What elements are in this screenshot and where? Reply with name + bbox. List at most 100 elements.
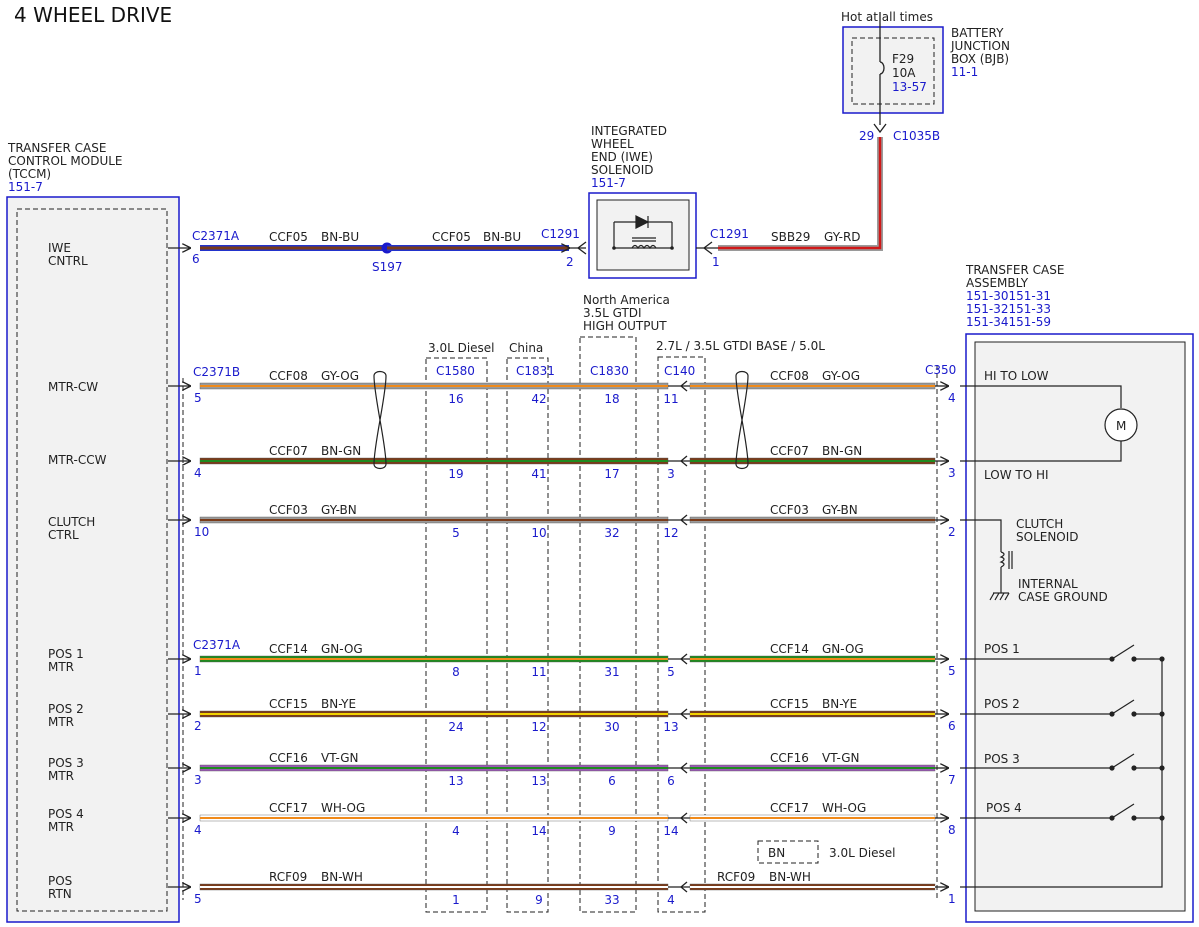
c350-pin: 3: [948, 466, 956, 480]
iwe-connector-left[interactable]: C1291: [541, 227, 580, 241]
iwe-connector-right[interactable]: C1291: [710, 227, 749, 241]
variant-pin: 11: [531, 665, 546, 679]
iwe-pin-right: 1: [712, 255, 720, 269]
iwe-pin-left: 2: [566, 255, 574, 269]
variant-pin: 1: [452, 893, 460, 907]
tccm-pin-mtrccw: MTR-CCW: [48, 453, 107, 467]
variant-3-connector[interactable]: C1830: [590, 364, 629, 378]
tc-inner-box: [974, 341, 1186, 912]
circuit-row-ccf08: C2371B 5 CCF08 GY-OG CCF08 GY-OG 4 16 42 18 11: [168, 365, 956, 406]
iwe-seg3-color: GY-RD: [824, 230, 861, 244]
wire-left-color: GN-OG: [321, 642, 363, 656]
hi-to-low: HI TO LOW: [984, 369, 1049, 383]
battery-junction-box: Hot at all times F29 10A 13-57 BATTERY J…: [841, 10, 1010, 143]
variant-pin: 17: [604, 467, 619, 481]
variant-pin: 14: [531, 824, 546, 838]
tccm-pin-pos1-2: MTR: [48, 660, 74, 674]
hot-at-all-times: Hot at all times: [841, 10, 933, 24]
iwe-seg1-circuit: CCF05: [269, 230, 308, 244]
variant-pin: 9: [608, 824, 616, 838]
variant-4-connector[interactable]: C140: [664, 364, 695, 378]
variant-pin: 13: [448, 774, 463, 788]
c350-connector[interactable]: C350: [925, 363, 956, 377]
legend-text: 3.0L Diesel: [829, 846, 896, 860]
wire-left-color: BN-WH: [321, 870, 363, 884]
tccm-row-connector: C2371B: [193, 365, 240, 379]
tccm-pin-pos3-1: POS 3: [48, 756, 84, 770]
iwe-name-2: WHEEL: [591, 137, 634, 151]
variant-2-connector[interactable]: C1831: [516, 364, 555, 378]
wire-left-color: VT-GN: [321, 751, 358, 765]
tccm-row-pin: 1: [194, 664, 202, 678]
wire-right-ccf14: [689, 655, 936, 663]
variant-pin: 32: [604, 526, 619, 540]
motor-label: M: [1116, 419, 1126, 433]
wire-right-rcf09: [689, 883, 936, 891]
wire-left-circuit: RCF09: [269, 870, 307, 884]
wire-left-ccf07: [199, 457, 669, 465]
variant-pin: 3: [667, 467, 675, 481]
circuit-row-ccf14: C2371A 1 CCF14 GN-OG CCF14 GN-OG 5 8 11 31 5: [168, 638, 956, 679]
wire-left-ccf17: [199, 814, 669, 822]
ground-label-2: CASE GROUND: [1018, 590, 1108, 604]
tc-ref-2[interactable]: 151-32151-33: [966, 302, 1051, 316]
fuse-ref[interactable]: 13-57: [892, 80, 927, 94]
variant-pin: 5: [452, 526, 460, 540]
wire-right-ccf15: [689, 710, 936, 718]
wire-right-ccf17: [689, 814, 936, 822]
variant-pin: 30: [604, 720, 619, 734]
tccm-row-pin: 10: [194, 525, 209, 539]
variant-3-label-1: North America: [583, 293, 670, 307]
tccm-pin-iwe-2: CNTRL: [48, 254, 88, 268]
wire-left-circuit: CCF17: [269, 801, 308, 815]
iwe-inner-box: [596, 199, 690, 271]
wire-right-circuit: CCF03: [770, 503, 809, 517]
bjb-connector[interactable]: C1035B: [893, 129, 940, 143]
wiring-diagram: 4 WHEEL DRIVE TRANSFER CASE CONTROL MODU…: [6, 3, 1194, 923]
iwe-tccm-connector[interactable]: C2371A: [192, 229, 240, 243]
circuit-row-ccf07: 4 CCF07 BN-GN CCF07 BN-GN 3 19 41 17 3: [168, 444, 956, 481]
bjb-ref[interactable]: 11-1: [951, 65, 978, 79]
clutch-label-1: CLUTCH: [1016, 517, 1063, 531]
variant-pin: 6: [667, 774, 675, 788]
wire-right-circuit: CCF07: [770, 444, 809, 458]
variant-pin: 16: [448, 392, 463, 406]
wire-left-circuit: CCF03: [269, 503, 308, 517]
variant-pin: 11: [663, 392, 678, 406]
tccm-name-1: TRANSFER CASE: [7, 141, 106, 155]
circuit-row-ccf17: 4 CCF17 WH-OG CCF17 WH-OG 8 4 14 9 14: [168, 801, 956, 838]
tc-pos2-label: POS 2: [984, 697, 1020, 711]
tc-ref-1[interactable]: 151-30151-31: [966, 289, 1051, 303]
c350-pin: 7: [948, 773, 956, 787]
tccm-row-pin: 3: [194, 773, 202, 787]
tccm-pin-pos4-1: POS 4: [48, 807, 84, 821]
variant-pin: 4: [452, 824, 460, 838]
wire-right-circuit: CCF08: [770, 369, 809, 383]
page-title: 4 WHEEL DRIVE: [14, 3, 172, 27]
wire-right-ccf03: [689, 516, 936, 524]
tc-ref-3[interactable]: 151-34151-59: [966, 315, 1051, 329]
wire-right-ccf07: [689, 457, 936, 465]
variant-2-label: China: [509, 341, 543, 355]
variant-1-connector[interactable]: C1580: [436, 364, 475, 378]
iwe-seg3-circuit: SBB29: [771, 230, 810, 244]
clutch-label-2: SOLENOID: [1016, 530, 1079, 544]
bjb-name-1: BATTERY: [951, 26, 1004, 40]
tccm-module: TRANSFER CASE CONTROL MODULE (TCCM) 151-…: [6, 141, 184, 923]
iwe-tccm-pin: 6: [192, 252, 200, 266]
wire-ccf05-a: [200, 245, 387, 251]
tc-name-2: ASSEMBLY: [966, 276, 1029, 290]
tccm-ref[interactable]: 151-7: [8, 180, 43, 194]
tccm-pin-iwe-1: IWE: [48, 241, 71, 255]
iwe-ref[interactable]: 151-7: [591, 176, 626, 190]
variant-pin: 6: [608, 774, 616, 788]
wire-right-circuit: CCF16: [770, 751, 809, 765]
wire-right-color: GY-OG: [822, 369, 860, 383]
iwe-seg2-circuit: CCF05: [432, 230, 471, 244]
iwe-seg1-color: BN-BU: [321, 230, 359, 244]
variant-pin: 12: [531, 720, 546, 734]
tccm-row-pin: 5: [194, 391, 202, 405]
variant-pin: 9: [535, 893, 543, 907]
tccm-pin-mtrcw: MTR-CW: [48, 380, 98, 394]
wire-left-color: BN-GN: [321, 444, 361, 458]
